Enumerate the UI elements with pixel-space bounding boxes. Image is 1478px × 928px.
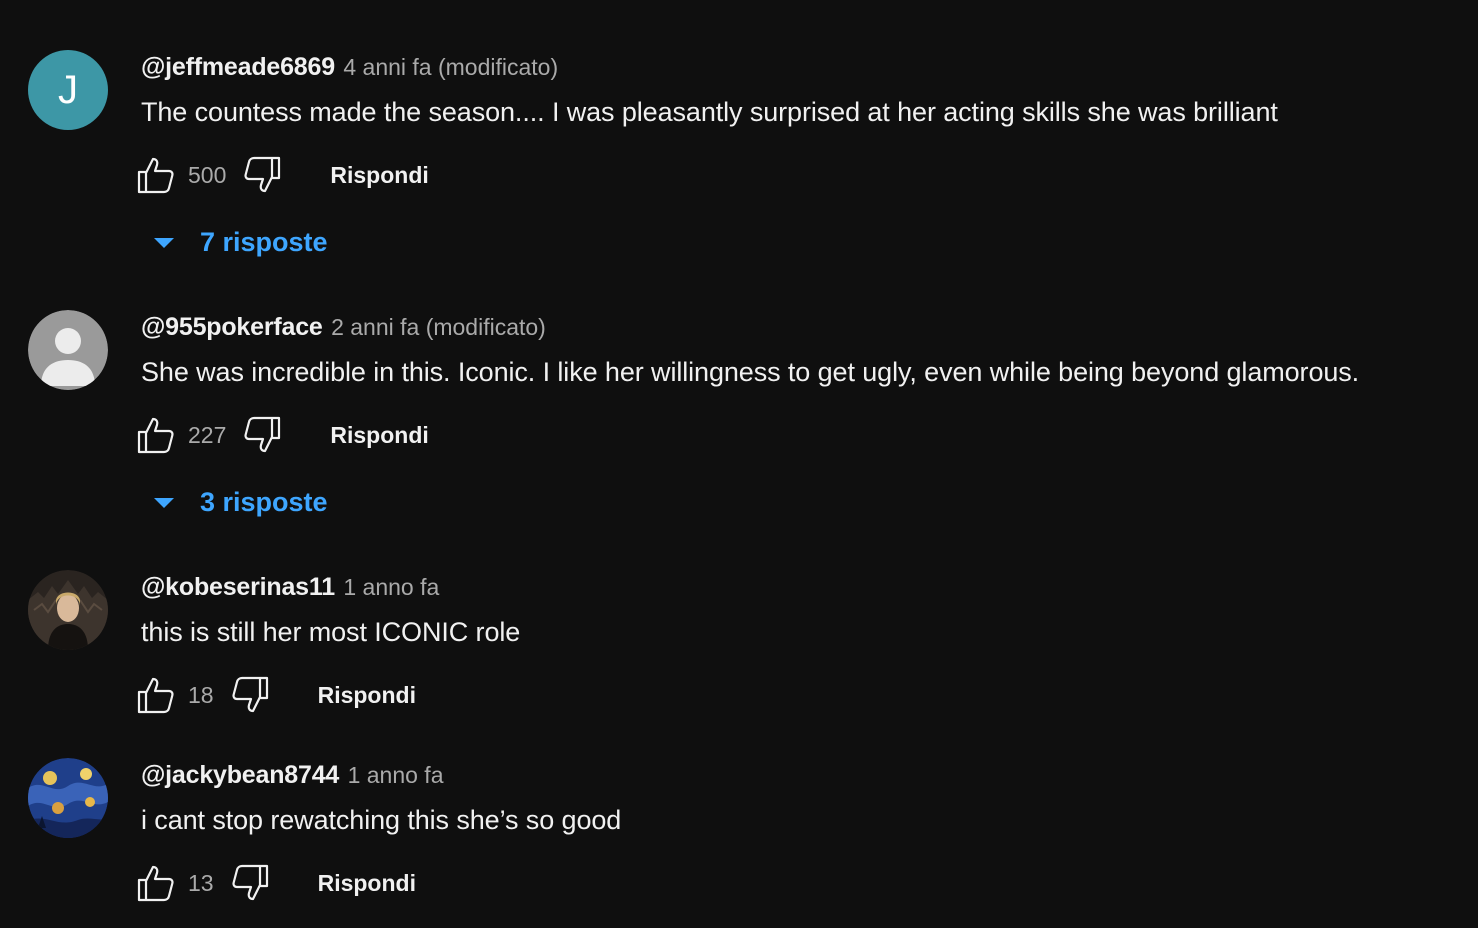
thumb-down-icon	[244, 156, 281, 193]
comment-timestamp[interactable]: 2 anni fa (modificato)	[331, 314, 546, 340]
default-avatar-icon	[28, 310, 108, 390]
comment-text: i cant stop rewatching this she’s so goo…	[141, 805, 622, 835]
comment-header: @955pokerface 2 anni fa (modificato)	[141, 313, 546, 342]
avatar[interactable]	[28, 570, 108, 650]
like-button[interactable]	[136, 155, 176, 195]
like-count: 18	[188, 681, 214, 708]
like-button[interactable]	[136, 863, 176, 903]
comment-toolbar: 18 Rispondi	[136, 675, 416, 715]
avatar-letter: J	[58, 67, 78, 112]
comment-timestamp[interactable]: 4 anni fa (modificato)	[343, 54, 558, 80]
comment-toolbar: 227 Rispondi	[136, 415, 429, 455]
profile-photo-icon	[28, 570, 108, 650]
avatar[interactable]	[28, 758, 108, 838]
thumb-up-icon	[137, 417, 174, 454]
profile-photo-icon	[28, 758, 108, 838]
thumb-up-icon	[137, 157, 174, 194]
thumb-down-icon	[232, 864, 268, 901]
reply-button[interactable]: Rispondi	[318, 870, 416, 897]
replies-count-label[interactable]: 7 risposte	[200, 227, 328, 258]
comment-text: this is still her most ICONIC role	[141, 617, 521, 647]
like-count: 500	[188, 161, 227, 188]
comment-text: The countess made the season.... I was p…	[141, 97, 1278, 127]
comments-section: J @jeffmeade6869 4 anni fa (modificato) …	[0, 0, 1478, 928]
thumb-up-icon	[137, 677, 174, 714]
dislike-button[interactable]	[242, 155, 282, 195]
comment-toolbar: 13 Rispondi	[136, 863, 416, 903]
like-button[interactable]	[136, 415, 176, 455]
caret-down-icon	[154, 498, 174, 508]
avatar[interactable]	[28, 310, 108, 390]
dislike-button[interactable]	[230, 675, 270, 715]
comment-header: @kobeserinas11 1 anno fa	[141, 573, 439, 602]
replies-toggle-button[interactable]: 7 risposte	[150, 222, 328, 262]
thumb-down-icon	[232, 676, 268, 713]
thumb-up-icon	[137, 865, 174, 902]
like-count: 13	[188, 869, 214, 896]
comment-toolbar: 500 Rispondi	[136, 155, 429, 195]
comment-author[interactable]: @kobeserinas11	[141, 573, 335, 601]
caret-down-icon	[154, 238, 174, 248]
comment-header: @jeffmeade6869 4 anni fa (modificato)	[141, 53, 558, 82]
replies-toggle-button[interactable]: 3 risposte	[150, 482, 328, 522]
like-count: 227	[188, 421, 227, 448]
reply-button[interactable]: Rispondi	[318, 682, 416, 709]
like-button[interactable]	[136, 675, 176, 715]
comment-author[interactable]: @jackybean8744	[141, 761, 339, 789]
comment-author[interactable]: @955pokerface	[141, 313, 323, 341]
comment-author[interactable]: @jeffmeade6869	[141, 53, 335, 81]
reply-button[interactable]: Rispondi	[330, 422, 428, 449]
comment-timestamp[interactable]: 1 anno fa	[348, 762, 444, 788]
thumb-down-icon	[244, 416, 281, 453]
replies-count-label[interactable]: 3 risposte	[200, 487, 328, 518]
comment-timestamp[interactable]: 1 anno fa	[343, 574, 439, 600]
dislike-button[interactable]	[242, 415, 282, 455]
reply-button[interactable]: Rispondi	[330, 162, 428, 189]
avatar[interactable]: J	[28, 50, 108, 130]
comment-text: She was incredible in this. Iconic. I li…	[141, 357, 1360, 387]
dislike-button[interactable]	[230, 863, 270, 903]
comment-header: @jackybean8744 1 anno fa	[141, 761, 443, 790]
